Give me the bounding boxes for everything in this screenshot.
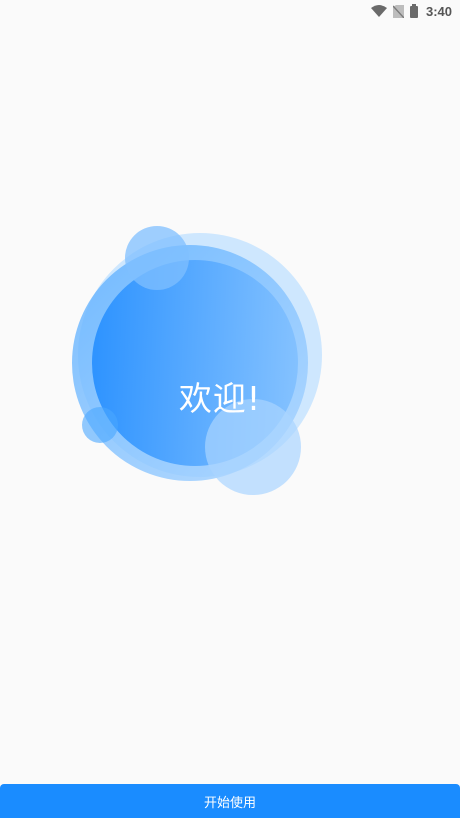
wifi-icon [370, 5, 387, 17]
welcome-title: 欢迎! [178, 379, 262, 418]
bubble-top-small [125, 226, 189, 290]
status-bar: 3:40 [0, 0, 460, 22]
battery-icon [409, 4, 418, 18]
welcome-screen: 3:40 欢迎! 开始使用 [0, 0, 460, 818]
status-time: 3:40 [425, 3, 452, 19]
welcome-bubble-graphic [60, 215, 340, 505]
no-sim-icon [392, 4, 404, 18]
start-button[interactable]: 开始使用 [0, 784, 460, 818]
